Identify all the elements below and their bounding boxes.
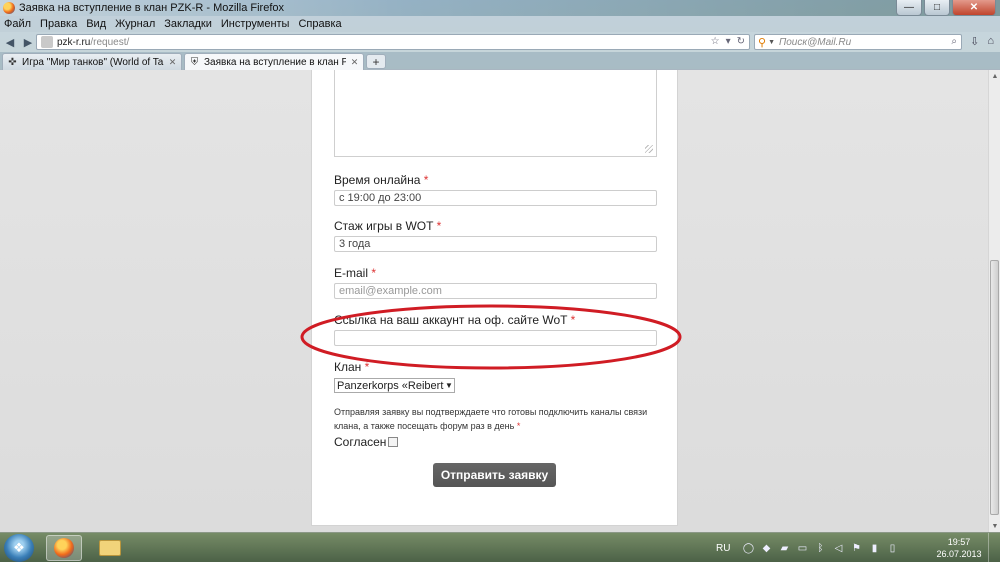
red-annotation-ellipse [300,304,682,370]
menu-history[interactable]: Журнал [115,18,155,30]
clan-select[interactable]: Panzerkorps «Reibert» II ▼ [334,378,455,393]
request-form: Время онлайна * Стаж игры в WOT * E-mail… [311,70,678,526]
search-engine-dropdown-icon[interactable]: ▼ [768,39,775,46]
url-path: /request/ [90,36,130,48]
window-title: Заявка на вступление в клан PZK-R - Mozi… [19,2,284,14]
shield-icon: ⛨ [190,56,199,68]
download-icon[interactable]: ⇩ [970,35,979,48]
new-tab-button[interactable]: + [366,54,386,69]
menu-file[interactable]: Файл [4,18,31,30]
experience-label: Стаж игры в WOT * [334,219,442,233]
reload-icon[interactable]: ↻ [737,36,745,47]
tab-world-of-tanks[interactable]: ✜ Игра "Мир танков" (World of Tanks)... … [2,53,182,70]
url-bar[interactable]: pzk-r.ru /request/ ☆ ▾ ↻ [36,34,750,50]
scroll-down-icon[interactable]: ▼ [989,520,1000,532]
dropdown-arrow-icon[interactable]: ▾ [726,36,731,47]
search-placeholder: Поиск@Mail.Ru [779,36,852,48]
power-icon[interactable]: ▯ [886,542,898,554]
select-arrow-icon: ▼ [445,381,453,390]
nvidia-icon[interactable]: ▰ [778,542,790,554]
menu-view[interactable]: Вид [86,18,106,30]
folder-icon [99,540,121,556]
clan-selected-value: Panzerkorps «Reibert» II [337,379,444,392]
agree-label: Согласен [334,435,387,449]
tab-label: Игра "Мир танков" (World of Tanks)... [22,56,164,68]
menu-edit[interactable]: Правка [40,18,77,30]
comment-textarea[interactable] [334,70,657,157]
scroll-up-icon[interactable]: ▲ [989,70,1000,82]
taskbar-firefox[interactable] [46,535,82,561]
menu-bookmarks[interactable]: Закладки [164,18,212,30]
taskbar-clock[interactable]: 19:57 26.07.2013 [934,536,984,560]
tab-close-icon[interactable]: ✕ [349,57,360,68]
volume-icon[interactable]: ◁ [832,542,844,554]
agree-checkbox[interactable] [388,437,398,447]
forward-button[interactable]: ▶ [20,34,36,50]
close-button[interactable]: ✕ [952,0,996,16]
submit-button[interactable]: Отправить заявку [433,463,556,487]
opera-icon[interactable]: ◯ [742,542,754,554]
clock-time: 19:57 [947,537,971,547]
url-domain: pzk-r.ru [57,36,91,48]
language-indicator[interactable]: RU [716,543,730,554]
window-titlebar: Заявка на вступление в клан PZK-R - Mozi… [0,0,1000,16]
bluetooth-icon[interactable]: ᛒ [814,542,826,554]
maximize-button[interactable]: □ [924,0,950,16]
experience-input[interactable] [334,236,657,252]
tab-close-icon[interactable]: ✕ [167,57,178,68]
home-icon[interactable]: ⌂ [987,35,994,48]
system-tray: RU ◯ ◆ ▰ ▭ ᛒ ◁ ⚑ ▮ ▯ [716,533,898,562]
tab-bar: ✜ Игра "Мир танков" (World of Tanks)... … [0,52,1000,70]
menu-bar: Файл Правка Вид Журнал Закладки Инструме… [0,16,1000,32]
scrollbar-thumb[interactable] [990,260,999,515]
bookmark-star-icon[interactable]: ☆ [711,36,720,47]
agreement-notice: Отправляя заявку вы подтверждаете что го… [334,407,648,431]
tab-clan-request[interactable]: ⛨ Заявка на вступление в клан PZK-R ✕ [184,53,364,70]
clock-date: 26.07.2013 [936,549,982,559]
minimize-button[interactable]: — [896,0,922,16]
menu-help[interactable]: Справка [298,18,341,30]
firefox-icon [3,2,15,14]
site-favicon-icon [41,36,53,48]
navigation-bar: ◀ ▶ pzk-r.ru /request/ ☆ ▾ ↻ ⚲ ▼ Поиск@M… [0,32,1000,52]
flag-icon[interactable]: ⚑ [850,542,862,554]
email-label: E-mail * [334,266,377,280]
app-tray-icon[interactable]: ◆ [760,542,772,554]
usb-icon[interactable]: ▭ [796,542,808,554]
vertical-scrollbar[interactable]: ▲ ▼ [988,70,1000,532]
crosshair-icon: ✜ [8,56,17,68]
search-engine-icon[interactable]: ⚲ [758,36,766,49]
online-time-label: Время онлайна * [334,173,429,187]
menu-tools[interactable]: Инструменты [221,18,290,30]
nav-right-tools: ⇩ ⌂ [970,35,994,48]
show-desktop-button[interactable] [988,533,1000,562]
back-button[interactable]: ◀ [2,34,18,50]
online-time-input[interactable] [334,190,657,206]
page-viewport: Время онлайна * Стаж игры в WOT * E-mail… [0,70,988,532]
window-controls: — □ ✕ [896,0,996,16]
taskbar-explorer[interactable] [92,535,128,561]
tab-label: Заявка на вступление в клан PZK-R [204,56,346,68]
resize-grip-icon[interactable] [645,145,653,153]
network-icon[interactable]: ▮ [868,542,880,554]
start-button[interactable]: ❖ [4,534,34,562]
windows-taskbar: ❖ RU ◯ ◆ ▰ ▭ ᛒ ◁ ⚑ ▮ ▯ 19:57 26.07.2013 [0,532,1000,562]
firefox-icon [54,538,74,558]
search-go-icon[interactable]: ⌕ [951,36,957,47]
email-input[interactable] [334,283,657,299]
search-bar[interactable]: ⚲ ▼ Поиск@Mail.Ru ⌕ [754,34,962,50]
